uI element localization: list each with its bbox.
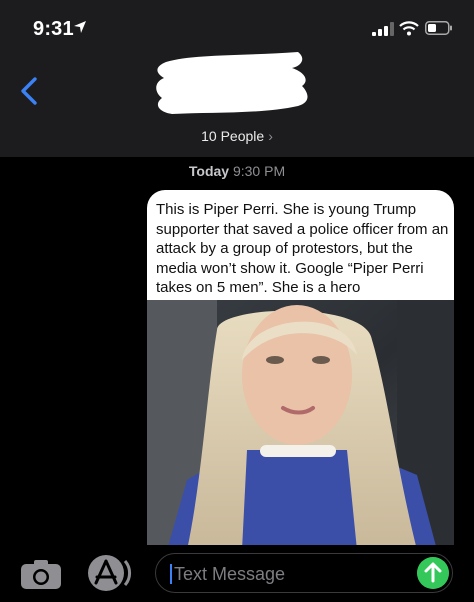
battery-icon [425,21,452,35]
wifi-icon [399,21,419,36]
status-time: 9:31 [33,18,74,40]
redacted-group-avatar[interactable] [152,52,314,116]
attached-photo[interactable] [147,300,454,550]
message-placeholder: Text Message [174,564,286,584]
send-arrow-icon[interactable] [417,557,449,589]
camera-icon[interactable] [20,558,62,590]
cellular-signal-icon [372,22,394,36]
compose-bar: Text Message [0,545,474,602]
app-store-icon[interactable] [86,553,134,593]
message-timestamp: Today 9:30 PM [0,163,474,179]
group-recipients-button[interactable]: 10 People › [0,128,474,144]
timestamp-day: Today [188,163,230,179]
status-bar: 9:31 [0,0,474,56]
chevron-right-icon: › [268,128,273,144]
incoming-message-bubble[interactable]: This is Piper Perri. She is young Trump … [147,190,454,550]
back-chevron-icon[interactable] [18,76,40,106]
location-arrow-icon [74,21,86,33]
message-input[interactable]: Text Message [155,553,453,593]
timestamp-time: 9:30 PM [232,163,286,179]
text-cursor [170,564,172,584]
message-text: This is Piper Perri. She is young Trump … [156,201,449,296]
recipients-label: 10 People [201,128,265,144]
conversation-header: 9:31 10 People › [0,0,474,157]
